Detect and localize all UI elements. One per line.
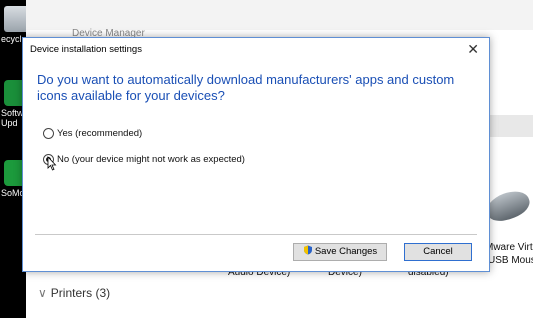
option-no[interactable]: No (your device might not work as expect… xyxy=(43,154,245,165)
mouse-device-icon[interactable] xyxy=(482,186,533,226)
save-changes-button[interactable]: Save Changes xyxy=(293,243,387,261)
radio-yes[interactable] xyxy=(43,128,54,139)
window-title-bar xyxy=(26,0,533,30)
dialog-title: Device installation settings xyxy=(30,44,142,55)
toolbar-strip xyxy=(489,115,533,137)
printers-label: Printers (3) xyxy=(50,286,111,300)
device-installation-settings-dialog: Device installation settings ✕ Do you wa… xyxy=(22,37,490,272)
save-changes-label: Save Changes xyxy=(314,246,378,257)
chevron-down-icon: ∨ xyxy=(38,286,47,300)
uac-shield-icon xyxy=(303,245,312,255)
dialog-question: Do you want to automatically download ma… xyxy=(37,72,455,103)
option-yes[interactable]: Yes (recommended) xyxy=(43,128,142,139)
option-yes-label[interactable]: Yes (recommended) xyxy=(57,128,142,139)
device-label[interactable]: Mware Virtu xyxy=(485,242,533,253)
cancel-button[interactable]: Cancel xyxy=(404,243,472,261)
mouse-cursor-icon xyxy=(47,156,57,171)
close-button[interactable]: ✕ xyxy=(467,41,479,58)
option-no-label[interactable]: No (your device might not work as expect… xyxy=(57,154,245,165)
dialog-divider xyxy=(35,234,477,235)
device-label[interactable]: USB Mouse xyxy=(488,255,533,266)
printers-category[interactable]: ∨ Printers (3) xyxy=(38,286,110,300)
